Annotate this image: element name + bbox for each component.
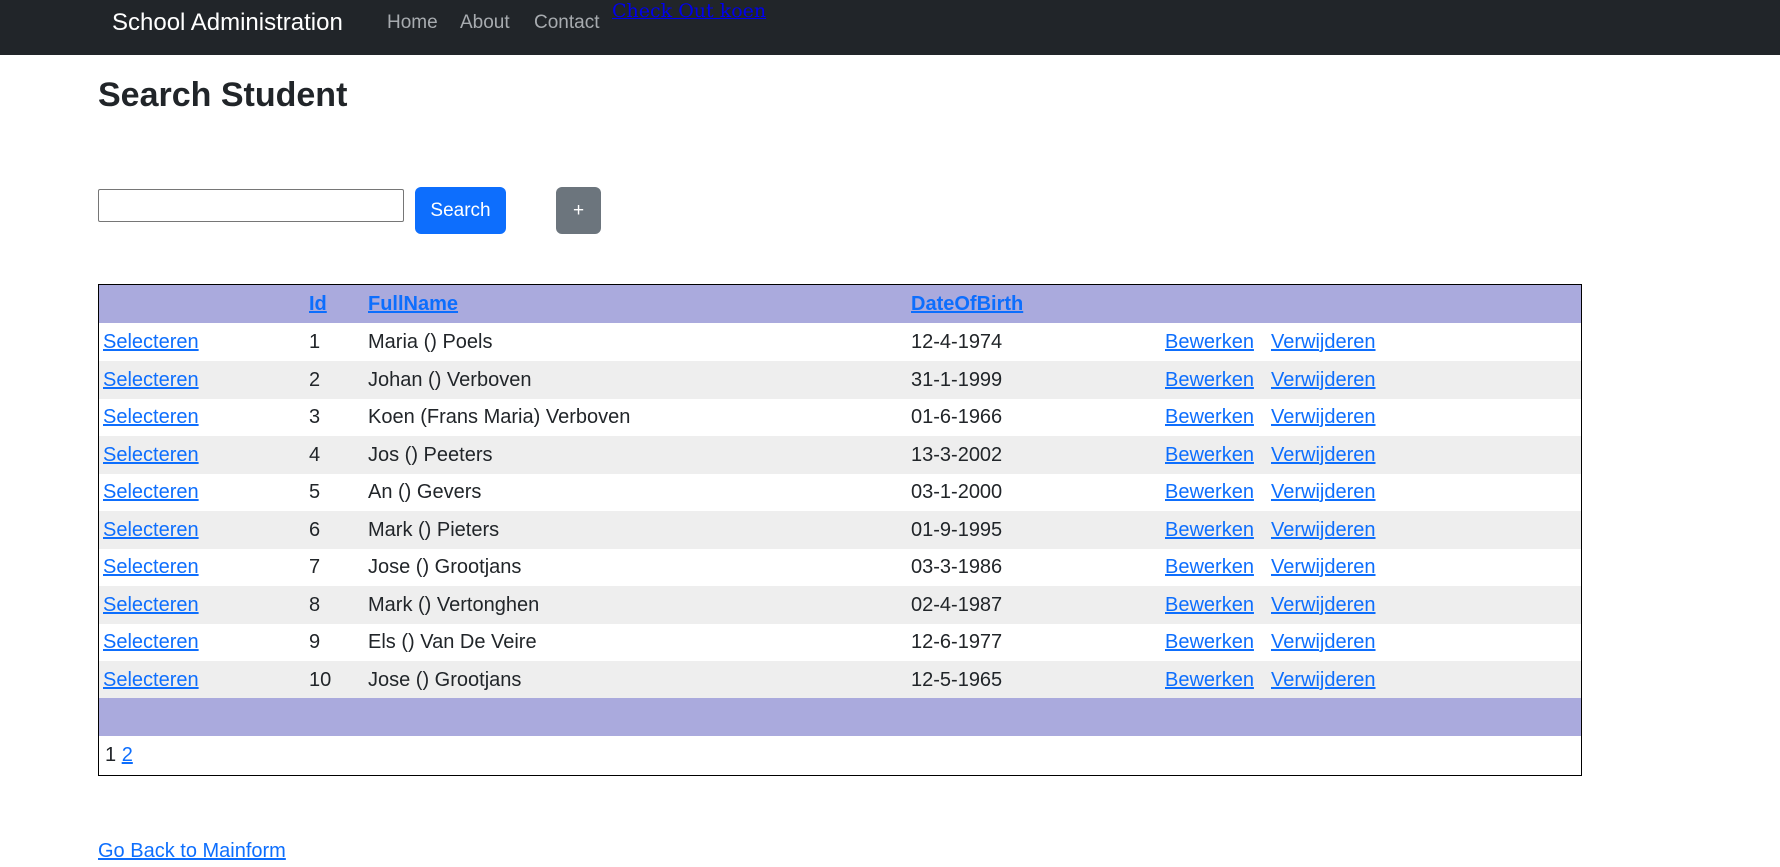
edit-row-link[interactable]: Bewerken [1165, 511, 1254, 549]
student-dob-cell: 03-3-1986 [911, 556, 1003, 578]
brand-link[interactable]: School Administration [112, 8, 343, 38]
student-dob-cell: 01-6-1966 [911, 406, 1003, 428]
table-row: Selecteren 10 Jose () Grootjans 12-5-1965 Be… [99, 660, 1581, 699]
search-button[interactable]: Search [415, 187, 506, 234]
nav-about-link[interactable]: About [460, 12, 510, 34]
student-fullname-cell: Koen (Frans Maria) Verboven [368, 406, 631, 428]
table-row: Selecteren 8 Mark () Vertonghen 02-4-1987 Be… [99, 585, 1581, 624]
delete-row-link[interactable]: Verwijderen [1271, 361, 1376, 399]
delete-row-link[interactable]: Verwijderen [1271, 473, 1376, 511]
student-fullname-cell: Mark () Pieters [368, 518, 500, 541]
nav-home-link[interactable]: Home [387, 12, 438, 34]
edit-row-link[interactable]: Bewerken [1165, 473, 1254, 511]
table-row: Selecteren 5 An () Gevers 03-1-2000 Bewerken… [99, 473, 1581, 511]
select-row-link[interactable]: Selecteren [103, 586, 199, 624]
select-row-link[interactable]: Selecteren [103, 661, 199, 699]
delete-row-link[interactable]: Verwijderen [1271, 586, 1376, 624]
student-id-cell: 7 [309, 556, 321, 578]
student-id-cell: 4 [309, 443, 321, 466]
student-id-cell: 2 [309, 368, 321, 391]
student-id-cell: 8 [309, 593, 321, 616]
edit-row-link[interactable]: Bewerken [1165, 398, 1254, 436]
student-id-cell: 1 [309, 331, 321, 353]
select-row-link[interactable]: Selecteren [103, 436, 199, 474]
table-row: Selecteren 7 Jose () Grootjans 03-3-1986 Bew… [99, 548, 1581, 586]
pager: 1 2 [105, 740, 133, 770]
student-dob-cell: 01-9-1995 [911, 518, 1003, 541]
pager-current-page: 1 [105, 744, 117, 766]
delete-row-link[interactable]: Verwijderen [1271, 436, 1376, 474]
student-id-cell: 9 [309, 631, 321, 653]
table-row: Selecteren 1 Maria () Poels 12-4-1974 Bewerk… [99, 323, 1581, 361]
sort-id-link[interactable]: Id [309, 285, 327, 323]
edit-row-link[interactable]: Bewerken [1165, 586, 1254, 624]
add-student-button[interactable]: + [556, 187, 601, 234]
student-fullname-cell: Els () Van De Veire [368, 631, 537, 653]
edit-row-link[interactable]: Bewerken [1165, 323, 1254, 361]
student-fullname-cell: Mark () Vertonghen [368, 593, 540, 616]
grid-footer [99, 698, 1581, 736]
edit-row-link[interactable]: Bewerken [1165, 548, 1254, 586]
table-row: Selecteren 6 Mark () Pieters 01-9-1995 Bewer… [99, 510, 1581, 549]
sort-fullname-link[interactable]: FullName [368, 285, 458, 323]
student-id-cell: 5 [309, 481, 321, 503]
student-dob-cell: 02-4-1987 [911, 593, 1003, 616]
student-dob-cell: 31-1-1999 [911, 368, 1003, 391]
page-title: Search Student [98, 76, 348, 114]
select-row-link[interactable]: Selecteren [103, 398, 199, 436]
select-row-link[interactable]: Selecteren [103, 623, 199, 661]
delete-row-link[interactable]: Verwijderen [1271, 511, 1376, 549]
select-row-link[interactable]: Selecteren [103, 548, 199, 586]
select-row-link[interactable]: Selecteren [103, 361, 199, 399]
student-fullname-cell: Jose () Grootjans [368, 556, 522, 578]
table-row: Selecteren 2 Johan () Verboven 31-1-1999 Bew… [99, 360, 1581, 399]
student-fullname-cell: Maria () Poels [368, 331, 493, 353]
select-row-link[interactable]: Selecteren [103, 323, 199, 361]
delete-row-link[interactable]: Verwijderen [1271, 398, 1376, 436]
pager-page-2-link[interactable]: 2 [122, 744, 133, 766]
table-row: Selecteren 3 Koen (Frans Maria) Verboven 01… [99, 398, 1581, 436]
student-fullname-cell: Johan () Verboven [368, 368, 532, 391]
check-out-link[interactable]: Check Out koen [612, 0, 766, 22]
table-row: Selecteren 9 Els () Van De Veire 12-6-1977 B… [99, 623, 1581, 661]
student-dob-cell: 12-4-1974 [911, 331, 1003, 353]
back-to-mainform-link[interactable]: Go Back to Mainform [98, 839, 286, 863]
edit-row-link[interactable]: Bewerken [1165, 361, 1254, 399]
navbar: School Administration Home About Contact… [0, 0, 1780, 55]
sort-dateofbirth-link[interactable]: DateOfBirth [911, 285, 1023, 323]
student-grid: Id FullName DateOfBirth Selecteren 1 Maria… [98, 284, 1582, 776]
edit-row-link[interactable]: Bewerken [1165, 661, 1254, 699]
delete-row-link[interactable]: Verwijderen [1271, 661, 1376, 699]
student-dob-cell: 12-5-1965 [911, 668, 1003, 691]
search-input[interactable] [98, 189, 404, 222]
delete-row-link[interactable]: Verwijderen [1271, 623, 1376, 661]
student-fullname-cell: An () Gevers [368, 481, 482, 503]
student-id-cell: 10 [309, 668, 332, 691]
student-id-cell: 6 [309, 518, 321, 541]
delete-row-link[interactable]: Verwijderen [1271, 323, 1376, 361]
student-fullname-cell: Jose () Grootjans [368, 668, 522, 691]
student-id-cell: 3 [309, 406, 321, 428]
edit-row-link[interactable]: Bewerken [1165, 623, 1254, 661]
select-row-link[interactable]: Selecteren [103, 511, 199, 549]
student-fullname-cell: Jos () Peeters [368, 443, 493, 466]
grid-header: Id FullName DateOfBirth [99, 285, 1581, 323]
student-dob-cell: 03-1-2000 [911, 481, 1003, 503]
delete-row-link[interactable]: Verwijderen [1271, 548, 1376, 586]
student-dob-cell: 13-3-2002 [911, 443, 1003, 466]
nav-contact-link[interactable]: Contact [534, 12, 599, 34]
student-dob-cell: 12-6-1977 [911, 631, 1003, 653]
edit-row-link[interactable]: Bewerken [1165, 436, 1254, 474]
select-row-link[interactable]: Selecteren [103, 473, 199, 511]
table-row: Selecteren 4 Jos () Peeters 13-3-2002 Bewerk… [99, 435, 1581, 474]
